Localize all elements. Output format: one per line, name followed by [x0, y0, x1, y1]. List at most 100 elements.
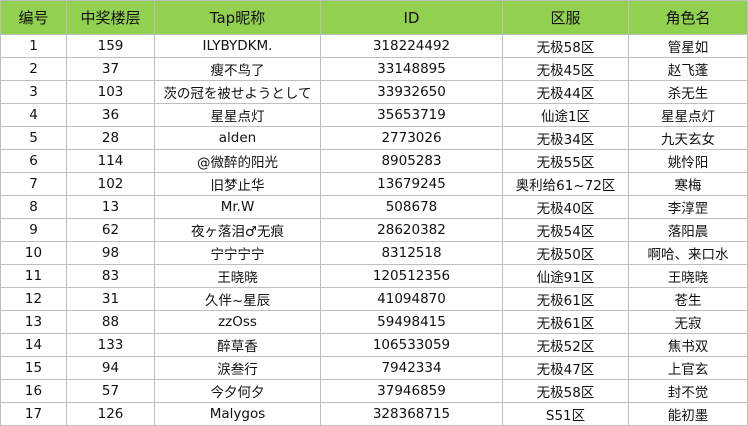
winners-table: 编号 中奖楼层 Tap昵称 ID 区服 角色名 1 159 ILYBYDKM. 318…	[0, 0, 748, 426]
cell-winning-floor: 36	[66, 103, 155, 127]
cell-character-name: 姚怜阳	[628, 149, 748, 173]
cell-server: 无极40区	[502, 195, 629, 219]
cell-id: 8312518	[320, 241, 503, 265]
cell-number: 13	[0, 310, 67, 334]
cell-number: 3	[0, 80, 67, 104]
table-row: 8 13 Mr.W 508678 无极40区 李淳罡	[0, 195, 748, 219]
cell-winning-floor: 62	[66, 218, 155, 242]
cell-server: 奥利给61~72区	[502, 172, 629, 196]
header-number: 编号	[0, 0, 67, 35]
cell-server: 无极34区	[502, 126, 629, 150]
cell-winning-floor: 31	[66, 287, 155, 311]
cell-id: 13679245	[320, 172, 503, 196]
cell-character-name: 王晓晓	[628, 264, 748, 288]
cell-number: 16	[0, 379, 67, 403]
cell-tap-nickname: 涙叁行	[154, 356, 321, 380]
cell-number: 1	[0, 34, 67, 58]
cell-number: 15	[0, 356, 67, 380]
cell-id: 35653719	[320, 103, 503, 127]
table-row: 16 57 今夕何夕 37946859 无极58区 封不觉	[0, 379, 748, 403]
cell-server: 无极47区	[502, 356, 629, 380]
cell-winning-floor: 88	[66, 310, 155, 334]
cell-winning-floor: 133	[66, 333, 155, 357]
cell-winning-floor: 102	[66, 172, 155, 196]
cell-id: 59498415	[320, 310, 503, 334]
cell-id: 106533059	[320, 333, 503, 357]
cell-tap-nickname: 久伴~星辰	[154, 287, 321, 311]
cell-winning-floor: 159	[66, 34, 155, 58]
table-body: 1 159 ILYBYDKM. 318224492 无极58区 管星如 2 37 瘦不鸟了 331…	[0, 34, 748, 426]
cell-server: S51区	[502, 402, 629, 426]
cell-tap-nickname: 茨の冠を被せようとして	[154, 80, 321, 104]
cell-winning-floor: 57	[66, 379, 155, 403]
cell-character-name: 能初墨	[628, 402, 748, 426]
cell-id: 328368715	[320, 402, 503, 426]
cell-character-name: 杀无生	[628, 80, 748, 104]
cell-number: 17	[0, 402, 67, 426]
cell-character-name: 苍生	[628, 287, 748, 311]
cell-winning-floor: 94	[66, 356, 155, 380]
cell-server: 无极61区	[502, 287, 629, 311]
table-row: 17 126 Malygos 328368715 S51区 能初墨	[0, 402, 748, 426]
cell-server: 无极44区	[502, 80, 629, 104]
cell-id: 41094870	[320, 287, 503, 311]
cell-character-name: 星星点灯	[628, 103, 748, 127]
cell-number: 11	[0, 264, 67, 288]
cell-character-name: 九天玄女	[628, 126, 748, 150]
table-row: 13 88 zzOss 59498415 无极61区 无寂	[0, 310, 748, 334]
cell-number: 10	[0, 241, 67, 265]
cell-server: 无极58区	[502, 34, 629, 58]
header-row: 编号 中奖楼层 Tap昵称 ID 区服 角色名	[0, 0, 748, 35]
cell-server: 仙途91区	[502, 264, 629, 288]
table-row: 5 28 alden 2773026 无极34区 九天玄女	[0, 126, 748, 150]
cell-server: 无极50区	[502, 241, 629, 265]
cell-tap-nickname: 夜ヶ落泪♂无痕	[154, 218, 321, 242]
table-row: 3 103 茨の冠を被せようとして 33932650 无极44区 杀无生	[0, 80, 748, 104]
cell-tap-nickname: 今夕何夕	[154, 379, 321, 403]
header-server: 区服	[502, 0, 629, 35]
cell-id: 33148895	[320, 57, 503, 81]
cell-tap-nickname: 宁宁宁宁	[154, 241, 321, 265]
cell-tap-nickname: 星星点灯	[154, 103, 321, 127]
cell-server: 无极55区	[502, 149, 629, 173]
cell-tap-nickname: 王晓晓	[154, 264, 321, 288]
cell-id: 37946859	[320, 379, 503, 403]
cell-id: 33932650	[320, 80, 503, 104]
table-row: 11 83 王晓晓 120512356 仙途91区 王晓晓	[0, 264, 748, 288]
cell-winning-floor: 126	[66, 402, 155, 426]
cell-server: 无极52区	[502, 333, 629, 357]
cell-character-name: 管星如	[628, 34, 748, 58]
cell-character-name: 封不觉	[628, 379, 748, 403]
cell-server: 无极54区	[502, 218, 629, 242]
cell-number: 2	[0, 57, 67, 81]
cell-winning-floor: 114	[66, 149, 155, 173]
cell-id: 508678	[320, 195, 503, 219]
cell-tap-nickname: Malygos	[154, 402, 321, 426]
cell-id: 318224492	[320, 34, 503, 58]
cell-character-name: 寒梅	[628, 172, 748, 196]
cell-number: 14	[0, 333, 67, 357]
cell-character-name: 李淳罡	[628, 195, 748, 219]
table-row: 10 98 宁宁宁宁 8312518 无极50区 啊哈、来口水	[0, 241, 748, 265]
cell-character-name: 无寂	[628, 310, 748, 334]
cell-number: 12	[0, 287, 67, 311]
cell-tap-nickname: 醉草香	[154, 333, 321, 357]
table-row: 7 102 旧梦止华 13679245 奥利给61~72区 寒梅	[0, 172, 748, 196]
cell-id: 2773026	[320, 126, 503, 150]
cell-server: 仙途1区	[502, 103, 629, 127]
cell-character-name: 啊哈、来口水	[628, 241, 748, 265]
table-row: 15 94 涙叁行 7942334 无极47区 上官玄	[0, 356, 748, 380]
cell-winning-floor: 103	[66, 80, 155, 104]
cell-number: 4	[0, 103, 67, 127]
table-row: 9 62 夜ヶ落泪♂无痕 28620382 无极54区 落阳晨	[0, 218, 748, 242]
cell-winning-floor: 37	[66, 57, 155, 81]
table-row: 12 31 久伴~星辰 41094870 无极61区 苍生	[0, 287, 748, 311]
cell-character-name: 焦书双	[628, 333, 748, 357]
table-row: 14 133 醉草香 106533059 无极52区 焦书双	[0, 333, 748, 357]
cell-number: 9	[0, 218, 67, 242]
cell-id: 120512356	[320, 264, 503, 288]
cell-tap-nickname: 旧梦止华	[154, 172, 321, 196]
header-winning-floor: 中奖楼层	[66, 0, 155, 35]
cell-tap-nickname: zzOss	[154, 310, 321, 334]
cell-server: 无极61区	[502, 310, 629, 334]
